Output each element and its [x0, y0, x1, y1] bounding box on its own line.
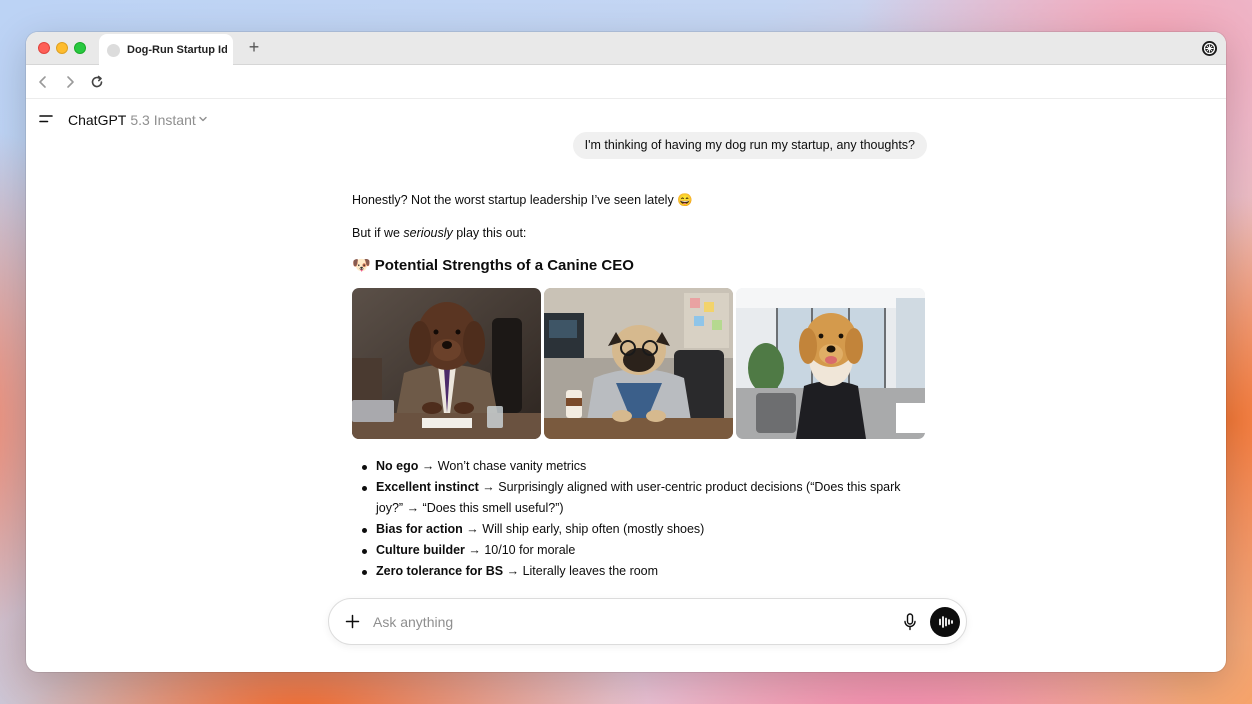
model-version: 5.3 Instant [130, 112, 196, 128]
bullet-text: → Literally leaves the room [503, 564, 659, 578]
reload-icon[interactable] [88, 73, 106, 91]
title-bar: Dog-Run Startup Ide + [26, 32, 1226, 66]
voice-mode-icon [939, 616, 953, 628]
user-message: I'm thinking of having my dog run my sta… [572, 132, 927, 159]
bullet-text: → 10/10 for morale [464, 543, 576, 557]
line2-post: play this out: [452, 226, 527, 240]
browser-tab[interactable]: Dog-Run Startup Ide [99, 34, 233, 66]
mic-icon[interactable] [903, 613, 917, 631]
prompt-input[interactable] [373, 611, 873, 633]
plus-icon[interactable] [345, 614, 360, 629]
list-item: No ego → Won’t chase vanity metrics [362, 456, 928, 477]
doodle-in-suit-image[interactable] [352, 288, 541, 439]
image-gallery [352, 288, 928, 439]
maximize-window-button[interactable] [74, 42, 86, 54]
bullet-title: No ego [376, 459, 419, 473]
line2-emphasis: seriously [403, 226, 453, 240]
smile-emoji-icon: 😄 [677, 193, 693, 207]
assistant-answer: Honestly? Not the worst startup leadersh… [352, 192, 928, 582]
forward-icon[interactable] [61, 73, 79, 91]
navigation-bar [26, 65, 1226, 99]
section-heading: 🐶 Potential Strengths of a Canine CEO [352, 256, 928, 276]
close-window-button[interactable] [38, 42, 50, 54]
list-item: Bias for action → Will ship early, ship … [362, 519, 928, 540]
bullet-title: Excellent instinct [376, 480, 479, 494]
voice-mode-button[interactable] [930, 607, 960, 637]
pug-in-hoodie-image[interactable] [544, 288, 733, 439]
model-selector[interactable]: ChatGPT 5.3 Instant [68, 112, 196, 128]
browser-window: Dog-Run Startup Ide + ChatGPT 5.3 Instant [26, 32, 1226, 672]
bullet-title: Culture builder [376, 543, 465, 557]
new-tab-button[interactable]: + [244, 37, 264, 57]
section-heading-text: Potential Strengths of a Canine CEO [374, 257, 634, 274]
bullet-title: Zero tolerance for BS [376, 564, 504, 578]
bullet-text: → Will ship early, ship often (mostly sh… [462, 522, 705, 536]
minimize-window-button[interactable] [56, 42, 68, 54]
list-item: Culture builder → 10/10 for morale [362, 540, 928, 561]
answer-intro: Honestly? Not the worst startup leadersh… [352, 192, 928, 209]
line2-pre: But if we [352, 226, 404, 240]
tab-favicon-icon [107, 43, 120, 57]
model-name: ChatGPT [68, 112, 127, 128]
answer-line-2: But if we seriously play this out: [352, 225, 928, 242]
bullet-text: → Won’t chase vanity metrics [418, 459, 587, 473]
chevron-down-icon[interactable] [198, 114, 208, 124]
menu-icon[interactable] [39, 112, 53, 126]
strengths-list: No ego → Won’t chase vanity metrics Exce… [352, 456, 928, 582]
list-item: Zero tolerance for BS → Literally leaves… [362, 561, 928, 582]
composer [328, 598, 967, 645]
account-icon[interactable] [1201, 40, 1218, 57]
answer-intro-text: Honestly? Not the worst startup leadersh… [352, 193, 674, 207]
dog-face-emoji-icon: 🐶 [352, 257, 371, 274]
golden-retriever-image[interactable] [736, 288, 925, 439]
bullet-title: Bias for action [376, 522, 463, 536]
back-icon[interactable] [34, 73, 52, 91]
list-item: Excellent instinct → Surprisingly aligne… [362, 477, 928, 519]
tab-title: Dog-Run Startup Ide [127, 44, 227, 56]
